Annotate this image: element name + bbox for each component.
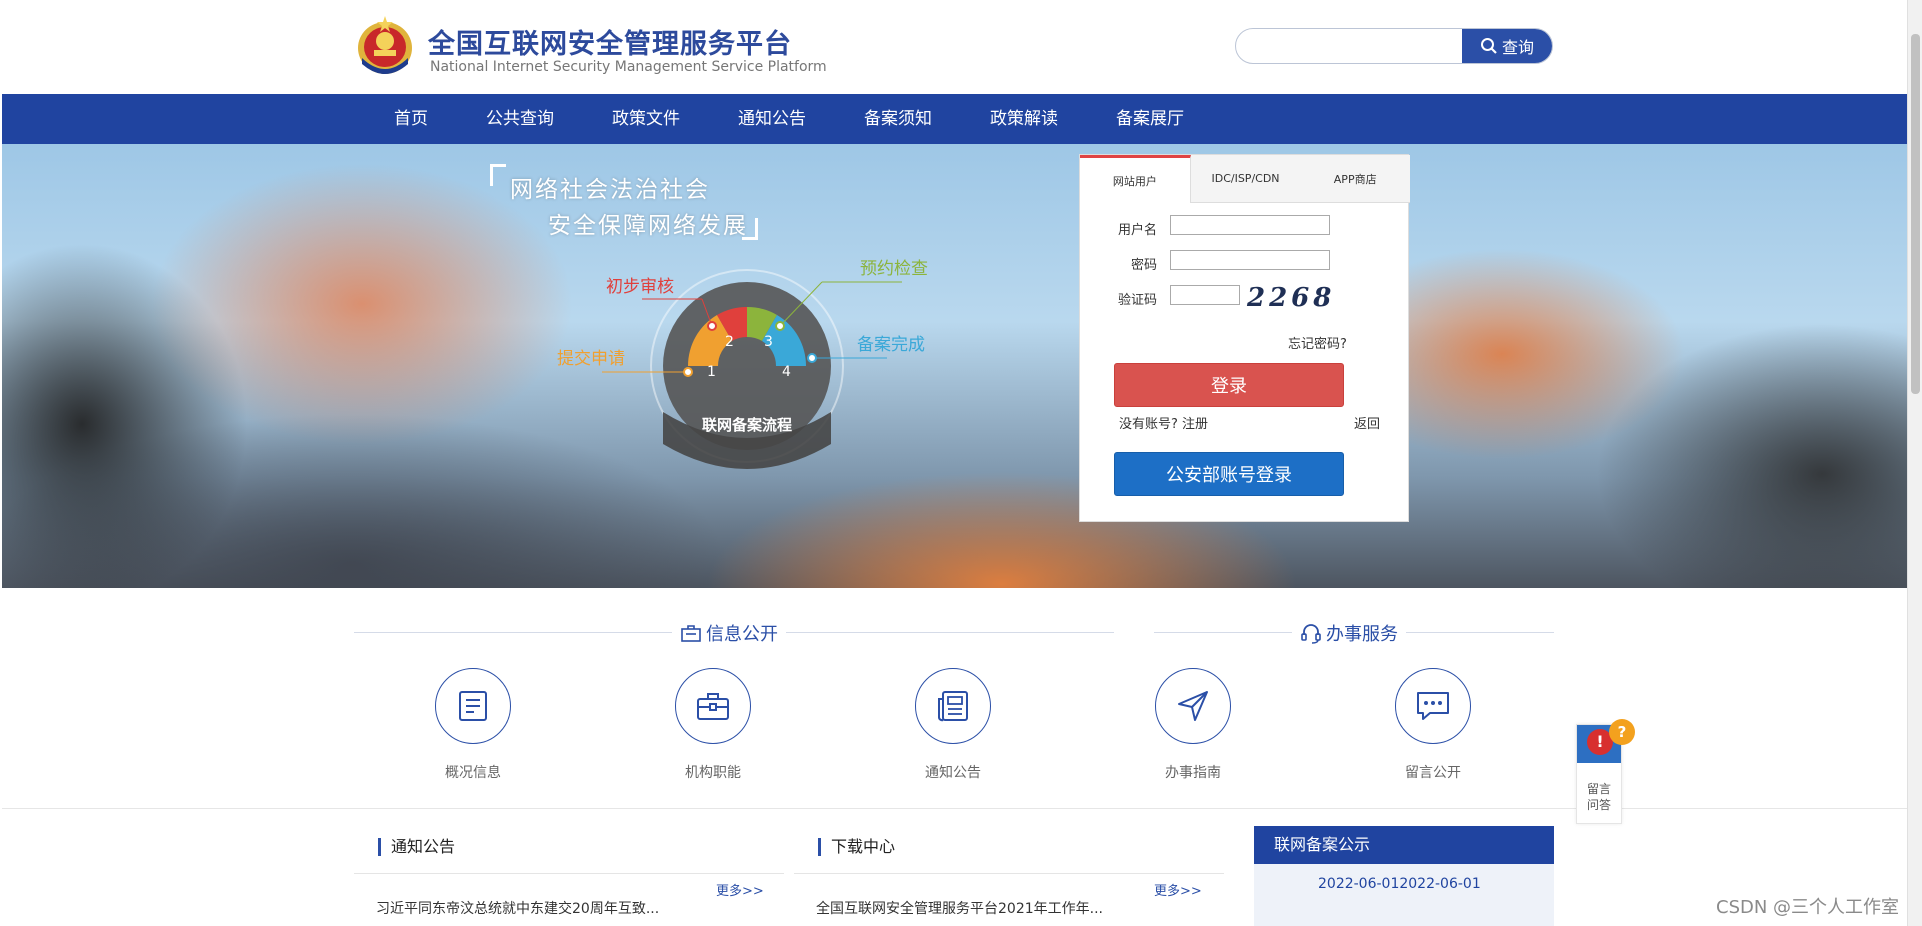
search-bar: 查询 — [1235, 28, 1553, 64]
downloads-panel-title: 下载中心 — [818, 838, 895, 856]
tab-idc-isp-cdn[interactable]: IDC/ISP/CDN — [1190, 155, 1301, 203]
login-panel: 网站用户 IDC/ISP/CDN APP商店 用户名 密码 验证码 2268 忘… — [1079, 154, 1411, 522]
captcha-image[interactable]: 2268 — [1247, 283, 1333, 313]
institution-circle — [675, 668, 751, 744]
step-1-number: 1 — [707, 364, 716, 380]
nav-item-filing-hall[interactable]: 备案展厅 — [1096, 94, 1204, 144]
site-subtitle: National Internet Security Management Se… — [430, 59, 827, 75]
tab-website-user[interactable]: 网站用户 — [1080, 155, 1191, 203]
notices-panel-title: 通知公告 — [378, 838, 455, 856]
overview-label: 概况信息 — [445, 765, 501, 781]
search-icon — [1480, 38, 1497, 54]
search-button[interactable]: 查询 — [1462, 29, 1552, 63]
overview-circle — [435, 668, 511, 744]
police-emblem-logo — [356, 14, 414, 76]
headset-icon — [1301, 624, 1321, 644]
messages-label: 留言公开 — [1405, 765, 1461, 781]
service-section-title: 办事服务 — [1326, 624, 1398, 645]
nav-item-policy-interpretation[interactable]: 政策解读 — [970, 94, 1078, 144]
search-input[interactable] — [1236, 29, 1464, 63]
captcha-label: 验证码 — [1117, 293, 1157, 308]
step-4-number: 4 — [782, 364, 791, 380]
widget-label-line-2: 问答 — [1586, 798, 1611, 812]
guide-circle — [1155, 668, 1231, 744]
institution-label: 机构职能 — [685, 765, 741, 781]
vertical-scrollbar[interactable] — [1907, 0, 1922, 926]
service-guide[interactable]: 办事指南 — [1133, 668, 1253, 782]
downloads-panel-rule — [794, 873, 1224, 874]
step-2-number: 2 — [725, 334, 734, 350]
back-link[interactable]: 返回 — [1354, 413, 1380, 432]
tab-app-store[interactable]: APP商店 — [1300, 155, 1411, 203]
chat-bubble-icon — [1417, 692, 1449, 720]
widget-label-line-1: 留言 — [1586, 782, 1611, 796]
step-inspection-label: 预约检查 — [860, 259, 928, 279]
guide-label: 办事指南 — [1165, 765, 1221, 781]
forgot-password-link[interactable]: 忘记密码? — [1288, 333, 1347, 352]
nav-item-notices[interactable]: 通知公告 — [718, 94, 826, 144]
messages-circle — [1395, 668, 1471, 744]
username-input[interactable] — [1170, 215, 1330, 235]
briefcase-folder-icon — [681, 625, 701, 642]
nav-item-filing-guide[interactable]: 备案须知 — [844, 94, 952, 144]
hero-banner: 网络社会法治社会 安全保障网络发展 1 2 3 4 提交申请 初步审核 预约检查… — [2, 144, 1907, 588]
notices-list-item[interactable]: 习近平同东帝汶总统就中东建交20周年互致... — [376, 898, 659, 918]
flow-title: 联网备案流程 — [702, 416, 793, 434]
notices-panel-rule — [354, 873, 784, 874]
notices-label: 通知公告 — [925, 765, 981, 781]
filing-record-title: 联网备案公示 — [1254, 826, 1554, 864]
document-list-icon — [459, 691, 487, 721]
info-section-title: 信息公开 — [706, 624, 778, 645]
scrollbar-thumb[interactable] — [1911, 34, 1920, 394]
step-review-label: 初步审核 — [606, 277, 674, 297]
password-label: 密码 — [1130, 258, 1157, 273]
main-nav: 首页 公共查询 政策文件 通知公告 备案须知 政策解读 备案展厅 — [2, 94, 1907, 144]
site-title: 全国互联网安全管理服务平台 — [428, 29, 792, 60]
briefcase-icon — [697, 693, 729, 720]
page: 全国互联网安全管理服务平台 National Internet Security… — [0, 0, 1922, 926]
service-notices[interactable]: 通知公告 — [893, 668, 1013, 782]
notices-circle — [915, 668, 991, 744]
nav-item-policy-docs[interactable]: 政策文件 — [592, 94, 700, 144]
filing-record-panel: 联网备案公示 2022-06-012022-06-01 — [1254, 826, 1554, 926]
filing-process-diagram: 1 2 3 4 — [602, 269, 902, 469]
police-account-login-button[interactable]: 公安部账号登录 — [1114, 452, 1344, 496]
newspaper-icon — [938, 691, 968, 722]
search-button-label: 查询 — [1501, 40, 1534, 57]
service-messages[interactable]: 留言公开 — [1373, 668, 1493, 782]
site-header: 全国互联网安全管理服务平台 National Internet Security… — [0, 0, 1907, 94]
filing-record-item[interactable]: 2022-06-012022-06-01 — [1318, 876, 1481, 892]
widget-label: 留言 问答 — [1577, 781, 1621, 813]
username-label: 用户名 — [1117, 223, 1157, 238]
nav-item-public-query[interactable]: 公共查询 — [466, 94, 574, 144]
login-tabs: 网站用户 IDC/ISP/CDN APP商店 — [1080, 155, 1411, 203]
downloads-panel: 下载中心 更多>> 全国互联网安全管理服务平台2021年工作年... — [794, 826, 1224, 926]
question-icon: ? — [1609, 719, 1635, 745]
service-institution[interactable]: 机构职能 — [653, 668, 773, 782]
step-3-number: 3 — [764, 334, 773, 350]
csdn-watermark: CSDN @三个人工作室 — [1716, 897, 1900, 918]
notices-more-link[interactable]: 更多>> — [716, 880, 764, 899]
downloads-list-item[interactable]: 全国互联网安全管理服务平台2021年工作年... — [816, 898, 1103, 918]
service-overview[interactable]: 概况信息 — [413, 668, 533, 782]
message-qa-widget[interactable]: ! ? 留言 问答 — [1576, 719, 1635, 824]
service-section-heading: 办事服务 — [1292, 620, 1406, 646]
password-input[interactable] — [1170, 250, 1330, 270]
login-button[interactable]: 登录 — [1114, 363, 1344, 407]
info-section-heading: 信息公开 — [672, 620, 786, 646]
nav-item-home[interactable]: 首页 — [374, 94, 448, 144]
step-submit-label: 提交申请 — [557, 349, 625, 369]
step-complete-label: 备案完成 — [857, 335, 925, 355]
captcha-input[interactable] — [1170, 285, 1240, 305]
downloads-more-link[interactable]: 更多>> — [1154, 880, 1202, 899]
register-link[interactable]: 没有账号? 注册 — [1119, 413, 1208, 432]
notices-panel: 通知公告 更多>> 习近平同东帝汶总统就中东建交20周年互致... — [354, 826, 784, 926]
navigation-arrow-icon — [1178, 691, 1208, 721]
